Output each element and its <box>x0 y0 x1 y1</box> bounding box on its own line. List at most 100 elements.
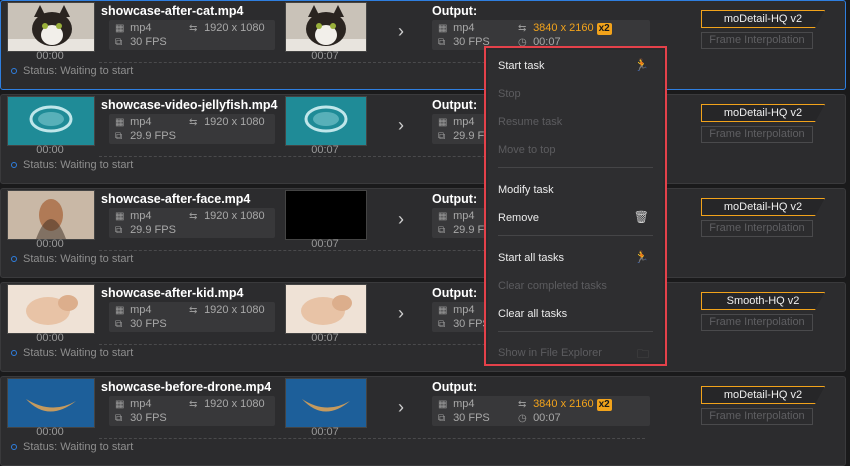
trash-icon: 🗑 <box>633 210 649 224</box>
status-text: Status: Waiting to start <box>11 65 133 77</box>
resolution-icon: ⇆ <box>189 211 198 222</box>
output-label: Output: <box>432 286 478 300</box>
resolution-icon: ⇆ <box>189 23 198 34</box>
film-icon: ▦ <box>115 211 125 222</box>
input-thumbnail <box>7 378 95 428</box>
frames-icon: ⧉ <box>115 413 123 424</box>
scale-badge: x2 <box>596 23 612 35</box>
input-info: ▦ mp4 ⧉ 30 FPS ⇆ 1920 x 1080 <box>109 302 275 332</box>
film-icon: ▦ <box>438 117 448 128</box>
running-all-icon: 🏃 <box>634 250 649 264</box>
input-thumbnail <box>7 96 95 146</box>
film-icon: ▦ <box>115 305 125 316</box>
task-row[interactable]: 00:00 showcase-video-jellyfish.mp4 ▦ mp4… <box>0 94 846 184</box>
frames-icon: ⧉ <box>438 413 446 424</box>
task-row[interactable]: 00:00 showcase-after-kid.mp4 ▦ mp4 ⧉ 30 … <box>0 282 846 372</box>
chevron-right-icon: › <box>398 21 404 41</box>
input-duration: 00:00 <box>36 332 64 344</box>
input-info: ▦ mp4 ⧉ 30 FPS ⇆ 1920 x 1080 <box>109 20 275 50</box>
frames-icon: ⧉ <box>115 319 123 330</box>
output-duration: 00:07 <box>311 144 339 156</box>
task-row[interactable]: 00:00 showcase-after-cat.mp4 ▦ mp4 ⧉ 30 … <box>0 0 846 90</box>
chevron-right-icon: › <box>398 115 404 135</box>
status-dot-icon <box>11 444 17 451</box>
menu-separator <box>498 167 653 168</box>
menu-item-modify-task[interactable]: Modify task <box>498 184 554 196</box>
input-duration: 00:00 <box>36 50 64 62</box>
file-name: showcase-video-jellyfish.mp4 <box>101 98 278 112</box>
film-icon: ▦ <box>115 399 125 410</box>
input-info: ▦ mp4 ⧉ 29.9 FPS ⇆ 1920 x 1080 <box>109 208 275 238</box>
output-duration: 00:07 <box>311 426 339 438</box>
input-duration: 00:00 <box>36 238 64 250</box>
frame-interpolation-button[interactable]: Frame Interpolation <box>701 126 813 143</box>
menu-separator <box>498 235 653 236</box>
model-button[interactable]: moDetail-HQ v2 <box>701 104 825 122</box>
input-info: ▦ mp4 ⧉ 29.9 FPS ⇆ 1920 x 1080 <box>109 114 275 144</box>
output-label: Output: <box>432 98 478 112</box>
frame-interpolation-button[interactable]: Frame Interpolation <box>701 314 813 331</box>
menu-item-move-to-top[interactable]: Move to top <box>498 144 555 156</box>
status-text: Status: Waiting to start <box>11 347 133 359</box>
output-label: Output: <box>432 192 478 206</box>
film-icon: ▦ <box>115 117 125 128</box>
menu-item-clear-completed[interactable]: Clear completed tasks <box>498 280 607 292</box>
divider <box>99 438 645 439</box>
chevron-right-icon: › <box>398 209 404 229</box>
menu-item-start-all-tasks[interactable]: Start all tasks <box>498 252 564 264</box>
model-button[interactable]: moDetail-HQ v2 <box>701 198 825 216</box>
frame-interpolation-button[interactable]: Frame Interpolation <box>701 220 813 237</box>
chevron-right-icon: › <box>398 303 404 323</box>
status-text: Status: Waiting to start <box>11 159 133 171</box>
output-thumbnail <box>285 96 367 146</box>
status-dot-icon <box>11 68 17 75</box>
scale-badge: x2 <box>596 399 612 411</box>
input-info: ▦ mp4 ⧉ 30 FPS ⇆ 1920 x 1080 <box>109 396 275 426</box>
frames-icon: ⧉ <box>115 225 123 236</box>
resolution-icon: ⇆ <box>189 305 198 316</box>
task-row[interactable]: 00:00 showcase-before-drone.mp4 ▦ mp4 ⧉ … <box>0 376 846 466</box>
input-thumbnail <box>7 190 95 240</box>
resolution-icon: ⇆ <box>189 117 198 128</box>
model-button[interactable]: moDetail-HQ v2 <box>701 10 825 28</box>
resolution-icon: ⇆ <box>189 399 198 410</box>
output-label: Output: <box>432 380 478 394</box>
resolution-icon: ⇆ <box>518 23 527 34</box>
menu-item-start-task[interactable]: Start task <box>498 60 544 72</box>
output-duration: 00:07 <box>311 332 339 344</box>
menu-separator <box>498 331 653 332</box>
file-name: showcase-after-face.mp4 <box>101 192 251 206</box>
film-icon: ▦ <box>115 23 125 34</box>
frames-icon: ⧉ <box>438 37 446 48</box>
menu-item-remove[interactable]: Remove <box>498 212 539 224</box>
status-dot-icon <box>11 350 17 357</box>
model-button[interactable]: moDetail-HQ v2 <box>701 386 825 404</box>
frame-interpolation-button[interactable]: Frame Interpolation <box>701 408 813 425</box>
output-thumbnail <box>285 2 367 52</box>
frame-interpolation-button[interactable]: Frame Interpolation <box>701 32 813 49</box>
file-name: showcase-after-kid.mp4 <box>101 286 244 300</box>
frames-icon: ⧉ <box>438 225 446 236</box>
running-icon: 🏃 <box>634 58 649 72</box>
frames-icon: ⧉ <box>115 131 123 142</box>
status-dot-icon <box>11 256 17 263</box>
film-icon: ▦ <box>438 399 448 410</box>
film-icon: ▦ <box>438 305 448 316</box>
frames-icon: ⧉ <box>115 37 123 48</box>
resolution-icon: ⇆ <box>518 399 527 410</box>
film-icon: ▦ <box>438 23 448 34</box>
context-menu-body: Start task 🏃 Stop Resume task Move to to… <box>488 50 663 362</box>
output-label: Output: <box>432 4 478 18</box>
input-duration: 00:00 <box>36 426 64 438</box>
output-duration: 00:07 <box>311 238 339 250</box>
frames-icon: ⧉ <box>438 131 446 142</box>
clock-icon: ◷ <box>518 413 527 424</box>
menu-item-show-in-file-explorer[interactable]: Show in File Explorer <box>498 347 602 359</box>
menu-item-clear-all[interactable]: Clear all tasks <box>498 308 567 320</box>
menu-item-stop[interactable]: Stop <box>498 88 521 100</box>
model-button[interactable]: Smooth-HQ v2 <box>701 292 825 310</box>
task-row[interactable]: 00:00 showcase-after-face.mp4 ▦ mp4 ⧉ 29… <box>0 188 846 278</box>
output-thumbnail <box>285 378 367 428</box>
menu-item-resume-task[interactable]: Resume task <box>498 116 562 128</box>
output-duration: 00:07 <box>311 50 339 62</box>
